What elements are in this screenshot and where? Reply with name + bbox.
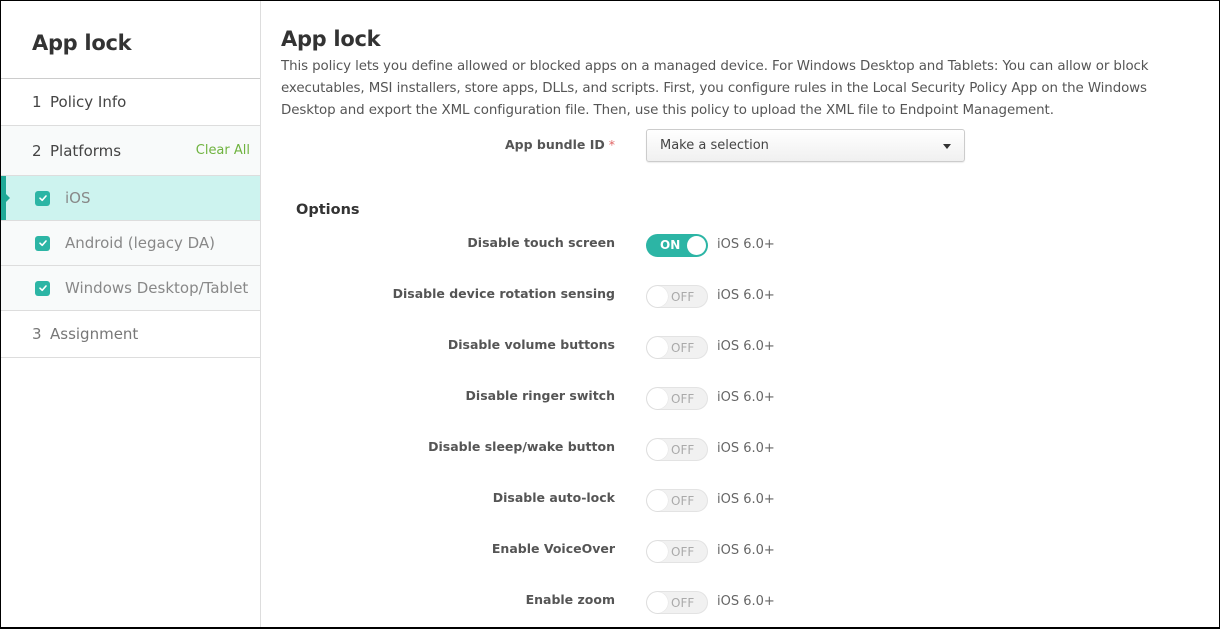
- platform-checkbox[interactable]: [35, 235, 50, 251]
- toggle-state: OFF: [671, 392, 695, 406]
- option-version: iOS 6.0+: [717, 492, 775, 507]
- option-version: iOS 6.0+: [717, 288, 775, 303]
- app-window: App lock 1 Policy Info 2 Platforms Clear…: [0, 0, 1220, 629]
- option-row: Enable VoiceOver OFF iOS 6.0+: [261, 540, 1219, 564]
- option-row: Disable touch screen ON iOS 6.0+: [261, 234, 1219, 258]
- page-description: This policy lets you define allowed or b…: [281, 59, 1149, 118]
- option-row: Disable device rotation sensing OFF iOS 6.…: [261, 285, 1219, 309]
- option-label: Disable auto-lock: [492, 490, 615, 505]
- option-toggle[interactable]: OFF: [646, 540, 708, 563]
- required-marker: *: [608, 137, 615, 152]
- clear-all-link[interactable]: Clear All: [196, 143, 250, 158]
- select-value: Make a selection: [660, 138, 769, 153]
- option-row: Disable ringer switch OFF iOS 6.0+: [261, 387, 1219, 411]
- option-label: Disable sleep/wake button: [428, 439, 615, 454]
- sidebar-step-assignment[interactable]: 3 Assignment: [1, 311, 260, 358]
- toggle-knob: [647, 592, 668, 613]
- option-label: Disable volume buttons: [447, 337, 615, 352]
- main-content: App lock This policy lets you define all…: [261, 1, 1219, 627]
- option-label: Disable ringer switch: [465, 388, 615, 403]
- sidebar-platform-windows[interactable]: Windows Desktop/Tablet: [1, 266, 260, 311]
- sidebar: App lock 1 Policy Info 2 Platforms Clear…: [1, 1, 261, 627]
- toggle-knob: [647, 286, 668, 307]
- checkmark-icon: [38, 195, 47, 202]
- option-row: Enable zoom OFF iOS 6.0+: [261, 591, 1219, 615]
- sidebar-step-platforms[interactable]: 2 Platforms Clear All: [1, 126, 260, 176]
- option-version: iOS 6.0+: [717, 441, 775, 456]
- option-label: Disable device rotation sensing: [392, 286, 615, 301]
- toggle-knob: [647, 439, 668, 460]
- platform-checkbox[interactable]: [35, 190, 50, 206]
- app-bundle-id-row: App bundle ID * Make a selection: [261, 129, 1219, 163]
- option-toggle[interactable]: OFF: [646, 285, 708, 308]
- page-title: App lock: [281, 27, 381, 51]
- toggle-state: OFF: [671, 494, 695, 508]
- option-label: Enable zoom: [525, 592, 615, 607]
- option-toggle[interactable]: OFF: [646, 387, 708, 410]
- option-toggle[interactable]: OFF: [646, 489, 708, 512]
- platform-label: Android (legacy DA): [65, 234, 216, 252]
- app-bundle-id-label: App bundle ID *: [504, 137, 615, 152]
- toggle-state: OFF: [671, 341, 695, 355]
- platform-label: iOS: [65, 189, 91, 207]
- step-number: 1: [32, 93, 42, 111]
- option-row: Disable auto-lock OFF iOS 6.0+: [261, 489, 1219, 513]
- sidebar-platform-ios[interactable]: iOS: [1, 176, 260, 221]
- option-version: iOS 6.0+: [717, 594, 775, 609]
- option-version: iOS 6.0+: [717, 237, 775, 252]
- option-version: iOS 6.0+: [717, 543, 775, 558]
- sidebar-platform-android[interactable]: Android (legacy DA): [1, 221, 260, 266]
- chevron-down-icon: [943, 144, 951, 149]
- option-label: Disable touch screen: [467, 235, 615, 250]
- sidebar-step-policy-info[interactable]: 1 Policy Info: [1, 79, 260, 126]
- toggle-state: ON: [660, 238, 681, 252]
- toggle-state: OFF: [671, 545, 695, 559]
- toggle-state: OFF: [671, 290, 695, 304]
- step-number: 2: [32, 141, 42, 160]
- option-version: iOS 6.0+: [717, 339, 775, 354]
- toggle-knob: [647, 490, 668, 511]
- options-heading: Options: [296, 202, 360, 218]
- step-label: Assignment: [50, 325, 139, 343]
- step-number: 3: [32, 325, 42, 343]
- option-toggle[interactable]: OFF: [646, 591, 708, 614]
- toggle-state: OFF: [671, 596, 695, 610]
- sidebar-title: App lock: [1, 1, 260, 79]
- checkmark-icon: [38, 240, 47, 247]
- platform-label: Windows Desktop/Tablet: [65, 279, 249, 297]
- toggle-knob: [647, 388, 668, 409]
- toggle-state: OFF: [671, 443, 695, 457]
- option-label: Enable VoiceOver: [491, 541, 615, 556]
- option-toggle[interactable]: OFF: [646, 438, 708, 461]
- platform-checkbox[interactable]: [35, 280, 50, 296]
- toggle-knob: [647, 541, 668, 562]
- option-toggle[interactable]: ON: [646, 234, 708, 257]
- option-version: iOS 6.0+: [717, 390, 775, 405]
- option-toggle[interactable]: OFF: [646, 336, 708, 359]
- app-bundle-id-select[interactable]: Make a selection: [646, 129, 965, 162]
- toggle-knob: [647, 337, 668, 358]
- option-row: Disable volume buttons OFF iOS 6.0+: [261, 336, 1219, 360]
- checkmark-icon: [38, 285, 47, 292]
- step-label: Platforms: [50, 141, 122, 160]
- step-label: Policy Info: [50, 93, 127, 111]
- toggle-knob: [687, 236, 706, 255]
- option-row: Disable sleep/wake button OFF iOS 6.0+: [261, 438, 1219, 462]
